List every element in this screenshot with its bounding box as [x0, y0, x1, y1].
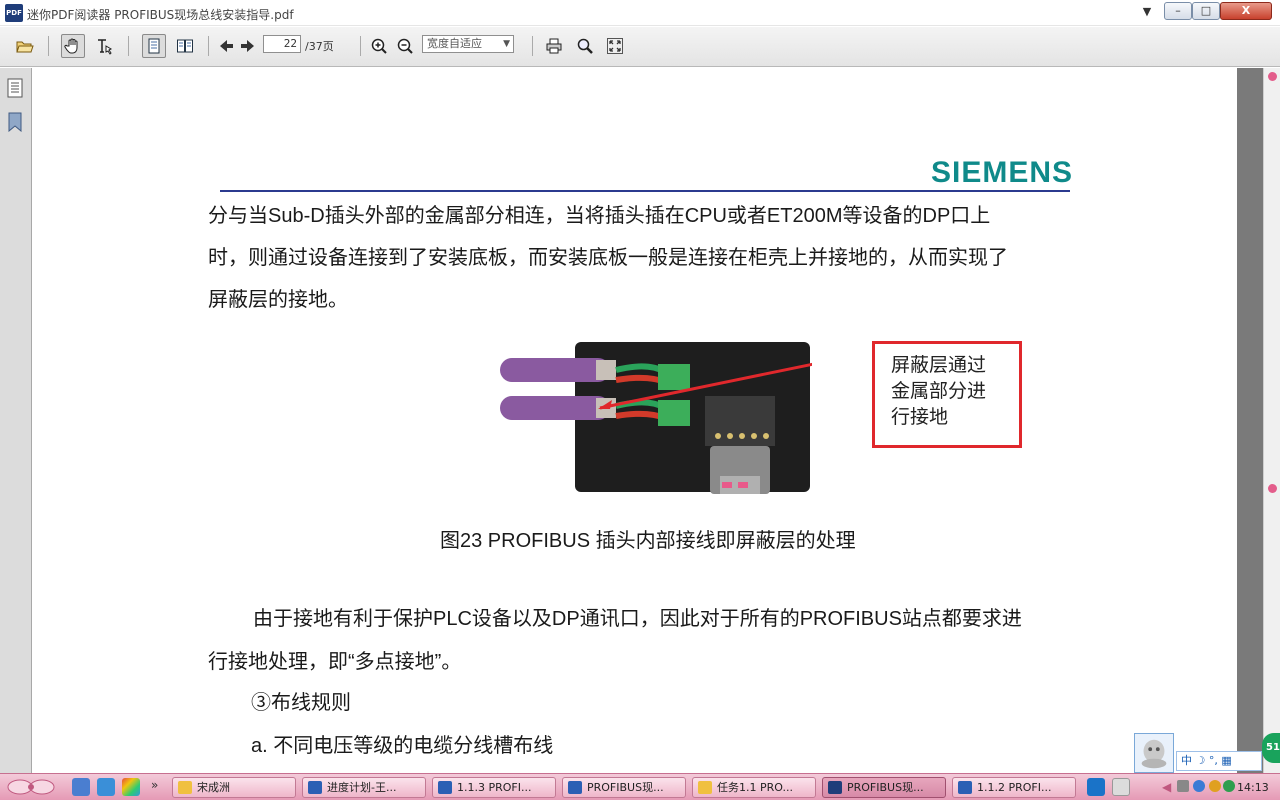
- scroll-thumb[interactable]: [1268, 484, 1277, 493]
- paragraph-line: 行接地处理，即“多点接地”。: [208, 651, 462, 673]
- media-player-icon[interactable]: [122, 778, 140, 796]
- paragraph-line: 分与当Sub-D插头外部的金属部分相连，当将插头插在CPU或者ET200M等设备…: [208, 205, 991, 227]
- taskbar-item[interactable]: 宋成洲: [172, 777, 296, 798]
- two-page-view-icon[interactable]: [173, 34, 197, 58]
- qq-tray-icon[interactable]: [1087, 778, 1105, 796]
- page-total-label: /37页: [305, 40, 334, 53]
- thumbnails-icon[interactable]: [6, 78, 24, 98]
- ie-browser-icon[interactable]: [97, 778, 115, 796]
- tray-arrow-icon[interactable]: ◀: [1162, 780, 1171, 794]
- window-title: 迷你PDF阅读器 PROFIBUS现场总线安装指导.pdf: [27, 8, 294, 22]
- viewer-background: [1237, 68, 1263, 773]
- toolbar: 22 /37页 宽度自适应 ▼: [0, 27, 1280, 67]
- scroll-up-icon[interactable]: [1268, 72, 1277, 81]
- taskbar-item[interactable]: 任务1.1 PRO...: [692, 777, 816, 798]
- figure-caption: 图23 PROFIBUS 插头内部接线即屏蔽层的处理: [440, 530, 856, 552]
- maximize-button[interactable]: □: [1192, 2, 1220, 20]
- taskbar-item-label: 进度计划-王...: [327, 781, 397, 794]
- header-rule: [220, 190, 1070, 192]
- callout-box: 屏蔽层通过 金属部分进 行接地: [872, 341, 1022, 448]
- clock[interactable]: 14:13: [1237, 781, 1269, 794]
- minimize-button[interactable]: –: [1164, 2, 1192, 20]
- bookmark-icon[interactable]: [6, 112, 24, 133]
- taskbar-item[interactable]: 1.1.2 PROFI...: [952, 777, 1076, 798]
- network-icon[interactable]: [1177, 780, 1189, 792]
- folder-icon: [178, 781, 192, 794]
- print-icon[interactable]: [542, 34, 566, 58]
- qq-avatar-icon[interactable]: [1134, 733, 1174, 773]
- network-speed-badge[interactable]: 51: [1262, 733, 1280, 763]
- tray-window-icon[interactable]: [1112, 778, 1130, 796]
- callout-line: 金属部分进: [891, 380, 987, 402]
- taskbar-item-active[interactable]: PROFIBUS现...: [822, 777, 946, 798]
- zoom-mode-value: 宽度自适应: [427, 37, 482, 50]
- taskbar: » 宋成洲 进度计划-王... 1.1.3 PROFI... PROFIBUS现…: [0, 773, 1280, 800]
- folder-icon: [698, 781, 712, 794]
- pdf-icon: [828, 781, 842, 794]
- vertical-scrollbar[interactable]: [1263, 68, 1280, 773]
- toolbar-separator: [128, 36, 129, 56]
- quicklaunch-more-icon[interactable]: »: [151, 778, 158, 792]
- ime-status-bar[interactable]: 中 ☽ °, ▦: [1176, 751, 1262, 771]
- callout-line: 屏蔽层通过: [891, 354, 987, 376]
- toolbar-separator: [48, 36, 49, 56]
- prev-page-icon[interactable]: [214, 34, 238, 58]
- taskbar-item-label: PROFIBUS现...: [587, 781, 664, 794]
- siemens-logo: SIEMENS: [931, 156, 1074, 189]
- fullscreen-icon[interactable]: [603, 34, 627, 58]
- side-panel: [0, 68, 32, 773]
- paragraph-line: 由于接地有利于保护PLC设备以及DP通讯口，因此对于所有的PROFIBUS站点都…: [253, 608, 1022, 630]
- start-button[interactable]: [4, 777, 60, 798]
- dropdown-menu-icon[interactable]: ▼: [1140, 5, 1154, 19]
- word-icon: [958, 781, 972, 794]
- word-icon: [438, 781, 452, 794]
- zoom-in-icon[interactable]: [367, 34, 391, 58]
- zoom-mode-select[interactable]: 宽度自适应 ▼: [422, 35, 514, 53]
- title-bar: PDF 迷你PDF阅读器 PROFIBUS现场总线安装指导.pdf ▼ – □ …: [0, 0, 1280, 26]
- text-select-icon[interactable]: [92, 34, 116, 58]
- taskbar-item-label: 1.1.2 PROFI...: [977, 781, 1052, 794]
- close-button[interactable]: X: [1220, 2, 1272, 20]
- show-desktop-icon[interactable]: [72, 778, 90, 796]
- taskbar-item[interactable]: PROFIBUS现...: [562, 777, 686, 798]
- taskbar-item-label: 1.1.3 PROFI...: [457, 781, 532, 794]
- hand-tool-icon[interactable]: [61, 34, 85, 58]
- chevron-down-icon: ▼: [503, 39, 510, 49]
- update-icon[interactable]: [1209, 780, 1221, 792]
- antivirus-icon[interactable]: [1193, 780, 1205, 792]
- toolbar-separator: [360, 36, 361, 56]
- security-icon[interactable]: [1223, 780, 1235, 792]
- single-page-view-icon[interactable]: [142, 34, 166, 58]
- word-icon: [568, 781, 582, 794]
- taskbar-item[interactable]: 1.1.3 PROFI...: [432, 777, 556, 798]
- section-heading: ③布线规则: [251, 692, 351, 714]
- toolbar-separator: [208, 36, 209, 56]
- page-number-input[interactable]: 22: [263, 35, 301, 53]
- taskbar-item-label: PROFIBUS现...: [847, 781, 924, 794]
- document-page: SIEMENS 分与当Sub-D插头外部的金属部分相连，当将插头插在CPU或者E…: [33, 68, 1237, 773]
- find-icon[interactable]: [573, 34, 597, 58]
- next-page-icon[interactable]: [236, 34, 260, 58]
- paragraph-line: 时，则通过设备连接到了安装底板，而安装底板一般是连接在柜壳上并接地的，从而实现了: [208, 247, 1008, 269]
- zoom-out-icon[interactable]: [393, 34, 417, 58]
- callout-line: 行接地: [891, 406, 949, 428]
- paragraph-line: 屏蔽层的接地。: [208, 289, 348, 311]
- taskbar-item[interactable]: 进度计划-王...: [302, 777, 426, 798]
- pdf-app-icon: PDF: [5, 4, 23, 22]
- word-icon: [308, 781, 322, 794]
- list-item: a. 不同电压等级的电缆分线槽布线: [251, 735, 554, 757]
- taskbar-item-label: 宋成洲: [197, 781, 230, 794]
- toolbar-separator: [532, 36, 533, 56]
- taskbar-item-label: 任务1.1 PRO...: [717, 781, 793, 794]
- open-folder-icon[interactable]: [13, 34, 37, 58]
- connector-photo: [500, 342, 812, 494]
